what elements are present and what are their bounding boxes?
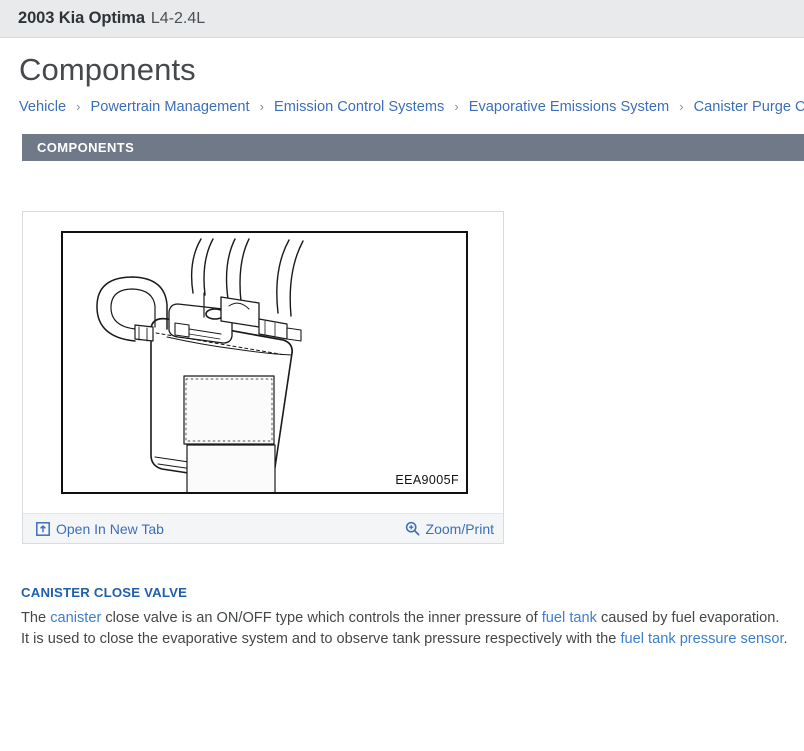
article-section: CANISTER CLOSE VALVE The canister close …	[21, 585, 788, 650]
vehicle-name: 2003 Kia Optima	[18, 9, 145, 27]
text-fragment: .	[783, 631, 788, 647]
breadcrumb-separator-icon: ›	[454, 98, 459, 114]
breadcrumb-separator-icon: ›	[679, 98, 684, 114]
open-in-new-tab-label: Open In New Tab	[56, 520, 164, 537]
text-fragment: It is used to close the evaporative syst…	[21, 631, 621, 647]
breadcrumb-separator-icon: ›	[259, 98, 264, 114]
zoom-print-button[interactable]: Zoom/Print	[405, 521, 494, 537]
article-paragraph-line-1: The canister close valve is an ON/OFF ty…	[21, 608, 788, 629]
breadcrumb-separator-icon: ›	[76, 98, 81, 114]
section-header-components: COMPONENTS	[22, 133, 804, 161]
text-fragment: The	[21, 610, 51, 626]
page-title: Components	[19, 52, 196, 87]
canister-close-valve-diagram	[96, 238, 304, 492]
magnifier-plus-icon	[405, 521, 420, 536]
text-fragment: close valve is an ON/OFF type which cont…	[101, 610, 542, 626]
zoom-print-label: Zoom/Print	[425, 520, 494, 537]
breadcrumb-item-emission-control-systems[interactable]: Emission Control Systems	[274, 99, 444, 115]
vehicle-header-bar: 2003 Kia Optima L4-2.4L	[0, 0, 804, 38]
figure-footer-toolbar: Open In New Tab Zoom/Print	[23, 513, 503, 543]
figure-code-label: EEA9005F	[392, 472, 462, 488]
breadcrumb: Vehicle › Powertrain Management › Emissi…	[0, 88, 804, 116]
link-canister[interactable]: canister	[50, 610, 101, 626]
open-in-new-tab-button[interactable]: Open In New Tab	[36, 521, 164, 537]
figure-image-frame[interactable]: EEA9005F	[61, 231, 468, 494]
article-paragraph-line-2: It is used to close the evaporative syst…	[21, 629, 788, 650]
article-heading: CANISTER CLOSE VALVE	[21, 585, 188, 600]
link-fuel-tank-pressure-sensor[interactable]: fuel tank pressure sensor	[620, 631, 783, 647]
vehicle-engine: L4-2.4L	[150, 9, 206, 27]
breadcrumb-item-vehicle[interactable]: Vehicle	[19, 99, 66, 115]
breadcrumb-item-evaporative-emissions-system[interactable]: Evaporative Emissions System	[469, 99, 669, 115]
link-fuel-tank[interactable]: fuel tank	[542, 610, 597, 626]
text-fragment: caused by fuel evaporation.	[596, 610, 780, 626]
breadcrumb-item-powertrain-management[interactable]: Powertrain Management	[91, 99, 250, 115]
section-header-label: COMPONENTS	[37, 139, 135, 155]
open-in-new-tab-icon	[36, 521, 50, 536]
figure-panel: EEA9005F Open In New Tab Zoom/Print	[22, 211, 504, 544]
breadcrumb-item-canister-purge-control-valve[interactable]: Canister Purge Control V	[694, 99, 804, 115]
